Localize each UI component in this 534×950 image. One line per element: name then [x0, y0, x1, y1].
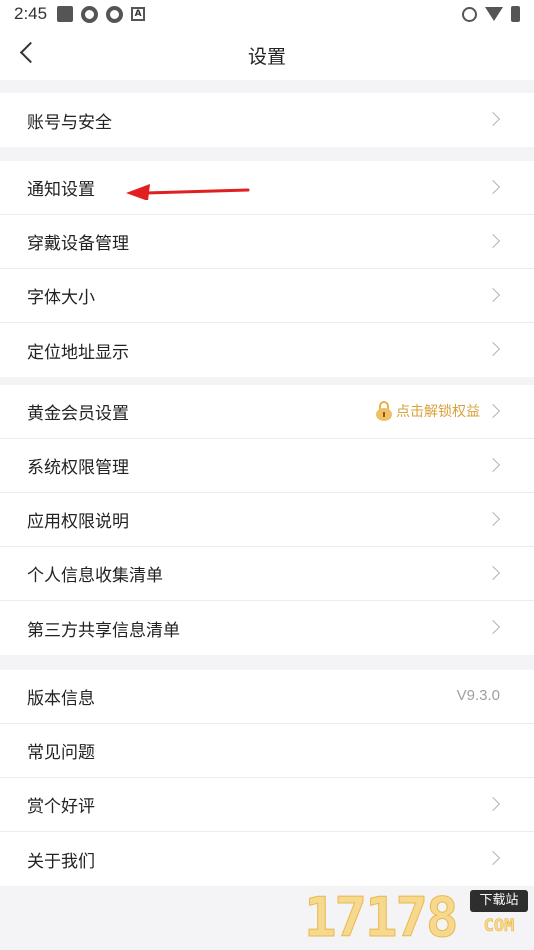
- settings-item-personal-info-list[interactable]: 个人信息收集清单: [0, 547, 534, 601]
- settings-item-third-party-sharing[interactable]: 第三方共享信息清单: [0, 601, 534, 655]
- settings-item-account-security[interactable]: 账号与安全: [0, 93, 534, 147]
- wifi-icon: [485, 7, 503, 21]
- settings-item-label: 字体大小: [27, 288, 95, 308]
- settings-item-about-us[interactable]: 关于我们: [0, 832, 534, 886]
- unlock-benefits-link[interactable]: 点击解锁权益: [375, 401, 480, 421]
- settings-item-label: 关于我们: [27, 851, 95, 872]
- version-value: V9.3.0: [456, 687, 500, 704]
- settings-item-wearables[interactable]: 穿戴设备管理: [0, 215, 534, 269]
- app-circle-icon: [106, 5, 124, 23]
- settings-item-label: 应用权限说明: [27, 512, 129, 532]
- chevron-right-icon: [485, 511, 501, 527]
- settings-item-system-permissions[interactable]: 系统权限管理: [0, 439, 534, 493]
- chevron-right-icon: [485, 111, 501, 127]
- settings-item-label: 第三方共享信息清单: [27, 620, 180, 641]
- settings-item-label: 账号与安全: [27, 112, 112, 133]
- chevron-right-icon: [485, 619, 501, 635]
- settings-item-font-size[interactable]: 字体大小: [0, 269, 534, 323]
- settings-item-label: 个人信息收集清单: [27, 566, 163, 586]
- watermark-number: 17178: [304, 886, 460, 949]
- settings-item-rate-us[interactable]: 赏个好评: [0, 778, 534, 832]
- chevron-right-icon: [485, 287, 501, 303]
- settings-item-label: 黄金会员设置: [27, 404, 129, 424]
- settings-item-label: 版本信息: [27, 689, 95, 709]
- settings-item-location-display[interactable]: 定位地址显示: [0, 323, 534, 377]
- watermark-logo: 17178 下载站 COM: [304, 886, 530, 948]
- settings-item-label: 穿戴设备管理: [27, 234, 129, 254]
- app-circle-icon: [81, 5, 99, 23]
- watermark-suffix: COM: [483, 916, 515, 937]
- settings-section-permissions: 黄金会员设置 点击解锁权益 系统权限管理 应用权限说明 个人信息收集清单 第三方…: [0, 385, 534, 655]
- settings-item-notifications[interactable]: 通知设置: [0, 161, 534, 215]
- settings-item-label: 系统权限管理: [27, 458, 129, 478]
- settings-item-label: 通知设置: [27, 180, 95, 200]
- chevron-right-icon: [485, 403, 501, 419]
- unlock-benefits-text: 点击解锁权益: [396, 404, 480, 420]
- settings-item-faq[interactable]: 常见问题: [0, 724, 534, 778]
- chevron-right-icon: [485, 179, 501, 195]
- notification-square-icon: [57, 6, 74, 22]
- settings-item-app-permissions[interactable]: 应用权限说明: [0, 493, 534, 547]
- settings-section-general: 通知设置 穿戴设备管理 字体大小 定位地址显示: [0, 161, 534, 377]
- status-time: 2:45: [14, 4, 48, 23]
- lock-icon: [375, 401, 393, 421]
- chevron-right-icon: [485, 850, 501, 866]
- chevron-right-icon: [485, 796, 501, 812]
- chevron-right-icon: [485, 565, 501, 581]
- page-title: 设置: [247, 46, 286, 68]
- settings-item-label: 常见问题: [27, 743, 95, 763]
- app-a-icon: A: [131, 7, 146, 21]
- red-arrow-annotation: [126, 184, 250, 200]
- battery-icon: [511, 6, 520, 22]
- status-bar: 2:45 A: [0, 0, 534, 28]
- chevron-right-icon: [485, 457, 501, 473]
- watermark-badge: 下载站: [470, 890, 528, 912]
- chevron-right-icon: [485, 341, 501, 357]
- settings-item-label: 赏个好评: [27, 797, 95, 817]
- settings-item-version[interactable]: 版本信息 V9.3.0: [0, 670, 534, 724]
- settings-item-label: 定位地址显示: [27, 342, 129, 363]
- settings-section-account: 账号与安全: [0, 93, 534, 147]
- settings-item-gold-membership[interactable]: 黄金会员设置 点击解锁权益: [0, 385, 534, 439]
- app-header: 设置: [0, 28, 534, 80]
- chevron-right-icon: [485, 233, 501, 249]
- settings-section-about: 版本信息 V9.3.0 常见问题 赏个好评 关于我们: [0, 670, 534, 886]
- alarm-icon: [462, 6, 477, 22]
